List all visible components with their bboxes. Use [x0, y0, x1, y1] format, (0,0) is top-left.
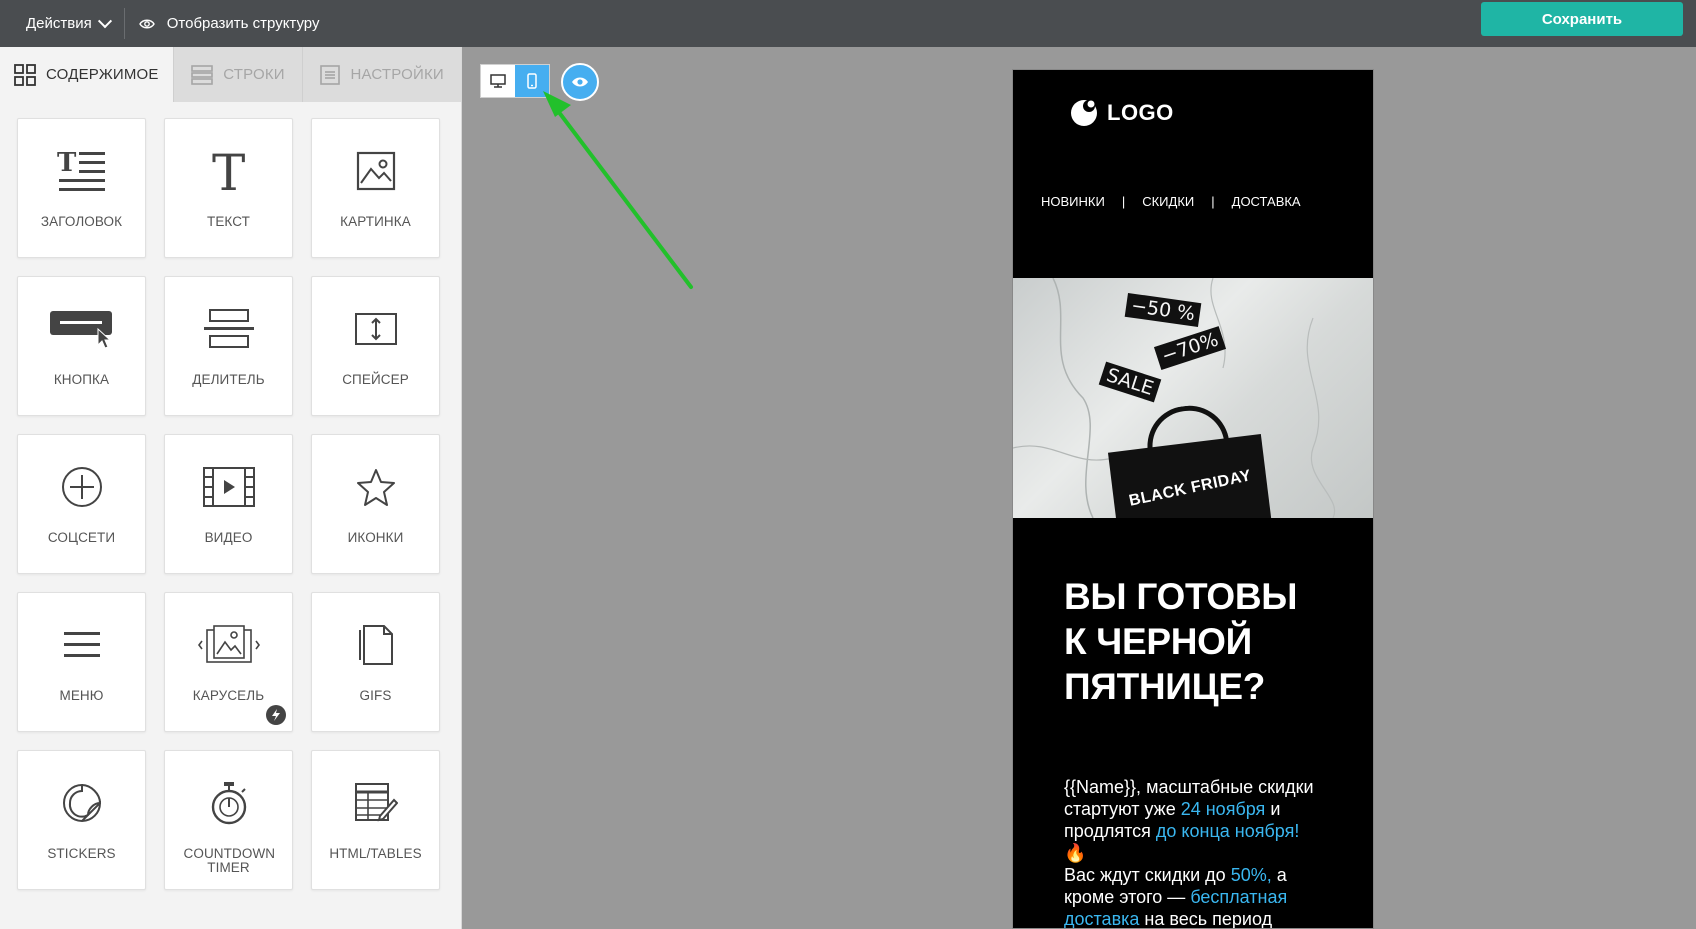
block-button[interactable]: КНОПКА [17, 276, 146, 416]
block-divider[interactable]: ДЕЛИТЕЛЬ [164, 276, 293, 416]
tab-rows[interactable]: СТРОКИ [172, 47, 303, 102]
actions-label: Действия [26, 15, 92, 32]
tab-content[interactable]: СОДЕРЖИМОЕ [0, 47, 173, 102]
block-label: КНОПКА [53, 372, 110, 387]
logo-mark-icon [1071, 100, 1097, 126]
body-segment: Вас ждут скидки до [1064, 865, 1231, 885]
settings-panel-icon [320, 64, 341, 85]
block-countdown-timer[interactable]: COUNTDOWN TIMER [164, 750, 293, 890]
eye-icon [572, 77, 588, 87]
tab-settings-label: НАСТРОЙКИ [350, 66, 444, 83]
heading-icon: T [57, 149, 105, 191]
eye-icon [138, 19, 155, 28]
image-icon [356, 151, 395, 191]
block-label: СПЕЙСЕР [342, 372, 409, 387]
divider-icon [203, 309, 254, 348]
button-icon [49, 311, 112, 349]
headline-line: ПЯТНИЦЕ? [1064, 666, 1266, 707]
email-logo[interactable]: LOGO [1069, 98, 1174, 128]
tab-rows-label: СТРОКИ [223, 66, 285, 83]
block-menu[interactable]: МЕНЮ [17, 592, 146, 732]
block-label: ДЕЛИТЕЛЬ [192, 372, 265, 387]
block-video[interactable]: ВИДЕО [164, 434, 293, 574]
star-icon [356, 469, 395, 506]
svg-text:T: T [212, 148, 245, 194]
content-blocks-grid: T ЗАГОЛОВОК T ТЕКСТ КАРТИНКА КНОПКА ДЕЛИ… [17, 118, 440, 890]
block-label: ВИДЕО [204, 530, 253, 545]
carousel-icon [197, 625, 260, 663]
preview-button[interactable] [561, 63, 599, 101]
menu-icon [63, 632, 100, 657]
block-label: КАРУСЕЛЬ [192, 688, 265, 703]
block-heading[interactable]: T ЗАГОЛОВОК [17, 118, 146, 258]
block-html-tables[interactable]: HTML/TABLES [311, 750, 440, 890]
block-icons[interactable]: ИКОНКИ [311, 434, 440, 574]
block-label: ИКОНКИ [347, 530, 404, 545]
chevron-down-icon [97, 13, 112, 28]
actions-menu[interactable]: Действия [0, 0, 124, 47]
email-preview[interactable]: LOGO НОВИНКИ | СКИДКИ | ДОСТАВКА −50 % −… [1012, 69, 1374, 929]
body-highlight: 24 ноября [1180, 799, 1266, 819]
email-body-text[interactable]: {{Name}}, масштабные скидки стартуют уже… [1064, 776, 1314, 928]
sidebar-tabs: СОДЕРЖИМОЕ СТРОКИ НАСТРОЙКИ [0, 47, 461, 102]
save-button[interactable]: Сохранить [1481, 2, 1683, 36]
top-toolbar: Действия Отобразить структуру Сохранить [0, 0, 1696, 47]
block-label: ЗАГОЛОВОК [40, 214, 123, 229]
body-highlight: 50%, [1230, 865, 1272, 885]
block-label: STICKERS [47, 846, 116, 861]
desktop-icon [490, 74, 506, 88]
block-label: COUNTDOWN TIMER [183, 846, 276, 875]
nav-separator: | [1211, 194, 1215, 209]
email-headline[interactable]: ВЫ ГОТОВЫ К ЧЕРНОЙ ПЯТНИЦЕ? [1064, 574, 1354, 709]
block-carousel[interactable]: КАРУСЕЛЬ [164, 592, 293, 732]
show-structure-button[interactable]: Отобразить структуру [125, 15, 320, 32]
block-spacer[interactable]: СПЕЙСЕР [311, 276, 440, 416]
block-image[interactable]: КАРТИНКА [311, 118, 440, 258]
logo-text: LOGO [1107, 100, 1174, 125]
block-label: GIFS [359, 688, 392, 703]
email-nav-menu: НОВИНКИ | СКИДКИ | ДОСТАВКА [1041, 194, 1301, 209]
social-plus-icon [61, 467, 102, 507]
bag-text: BLACK FRIDAY [1127, 467, 1253, 510]
block-label: СОЦСЕТИ [47, 530, 116, 545]
nav-separator: | [1121, 194, 1126, 209]
mobile-view-button[interactable] [515, 65, 549, 97]
sticker-icon [62, 783, 101, 822]
block-stickers[interactable]: STICKERS [17, 750, 146, 890]
content-sidebar: СОДЕРЖИМОЕ СТРОКИ НАСТРОЙКИ T ЗАГОЛОВОК … [0, 47, 462, 929]
tab-settings[interactable]: НАСТРОЙКИ [302, 47, 461, 102]
block-label: КАРТИНКА [340, 214, 411, 229]
block-social[interactable]: СОЦСЕТИ [17, 434, 146, 574]
nav-item-delivery[interactable]: ДОСТАВКА [1232, 194, 1301, 209]
fire-emoji-icon: 🔥 [1064, 843, 1087, 863]
spacer-icon [354, 313, 397, 345]
svg-text:T: T [57, 149, 77, 178]
block-text[interactable]: T ТЕКСТ [164, 118, 293, 258]
lightning-badge-icon [266, 705, 286, 725]
stopwatch-icon [211, 782, 246, 825]
html-table-icon [354, 783, 398, 822]
nav-item-discounts[interactable]: СКИДКИ [1142, 194, 1194, 209]
nav-item-new[interactable]: НОВИНКИ [1041, 194, 1105, 209]
headline-line: ВЫ ГОТОВЫ [1064, 576, 1298, 617]
structure-label: Отобразить структуру [166, 15, 320, 32]
rows-icon [191, 64, 214, 85]
block-label: ТЕКСТ [206, 214, 250, 229]
mobile-icon [527, 73, 537, 89]
tab-content-label: СОДЕРЖИМОЕ [45, 66, 159, 83]
gif-file-icon [358, 625, 393, 665]
hero-image[interactable]: −50 % −70% SALE BLACK FRIDAY [1013, 278, 1373, 518]
view-mode-toggle [480, 64, 550, 98]
text-icon: T [212, 148, 245, 194]
body-highlight: до конца ноября! [1155, 821, 1300, 841]
block-label: HTML/TABLES [329, 846, 422, 861]
grid-icon [14, 63, 36, 86]
headline-line: К ЧЕРНОЙ [1064, 621, 1252, 662]
desktop-view-button[interactable] [481, 65, 515, 97]
video-icon [202, 467, 255, 507]
block-gifs[interactable]: GIFS [311, 592, 440, 732]
editor-canvas: LOGO НОВИНКИ | СКИДКИ | ДОСТАВКА −50 % −… [463, 47, 1696, 929]
block-label: МЕНЮ [59, 688, 104, 703]
